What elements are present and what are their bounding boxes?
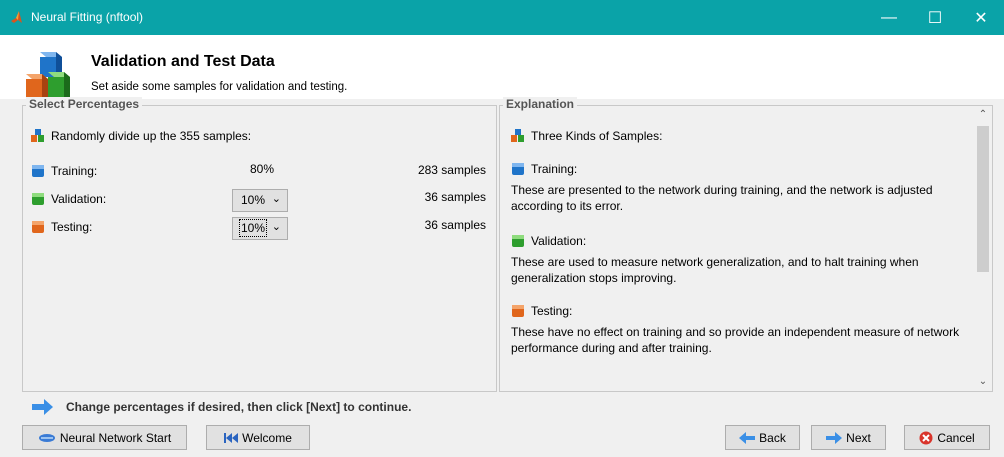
scroll-up-icon[interactable]: ⌃ [975,106,991,124]
orange-cube-icon [32,221,44,233]
validation-percent-value: 10% [241,193,266,207]
training-percent: 80% [250,162,275,176]
blue-cube-icon [32,165,44,177]
window-title: Neural Fitting (nftool) [31,10,144,24]
explanation-heading-row: Three Kinds of Samples: [511,129,662,143]
validation-label: Validation: [51,192,107,206]
intro-text: Randomly divide up the 355 samples: [51,129,252,143]
neural-network-start-button[interactable]: Neural Network Start [22,425,187,450]
explanation-label: Explanation [503,97,578,111]
explanation-heading: Three Kinds of Samples: [531,129,663,143]
explanation-panel: Explanation Three Kinds of Samples: Trai… [499,97,993,392]
green-cube-icon [512,235,524,247]
testing-description: These have no effect on training and so … [511,325,960,355]
blue-cube-icon [512,163,524,175]
testing-percent-value: 10% [238,219,268,237]
close-button[interactable]: ✕ [958,0,1004,35]
training-label: Training: [51,164,98,178]
network-icon [38,433,55,442]
chevron-down-icon: ⌄ [271,221,281,233]
cubes-logo-icon [26,52,70,99]
instruction-row: Change percentages if desired, then clic… [32,399,411,415]
maximize-icon: ☐ [927,9,943,27]
cancel-button[interactable]: Cancel [904,425,990,450]
training-row: Training: [31,164,97,178]
validation-heading-row: Validation: [511,234,586,248]
cancel-icon [919,431,933,444]
back-button[interactable]: Back [725,425,800,450]
next-button[interactable]: Next [811,425,886,450]
title-bar: Neural Fitting (nftool) — ☐ ✕ [0,0,1004,35]
page-header: Validation and Test Data Set aside some … [0,35,1004,99]
training-description: These are presented to the network durin… [511,183,933,213]
neural-network-start-label: Neural Network Start [59,430,172,445]
testing-heading: Testing: [531,304,573,318]
arrow-left-icon [739,431,756,444]
cubes-icon [511,129,524,142]
cancel-label: Cancel [937,430,975,445]
green-cube-icon [32,193,44,205]
maximize-button[interactable]: ☐ [912,0,958,35]
arrow-right-icon [826,431,843,444]
testing-row: Testing: [31,220,92,234]
instruction-text: Change percentages if desired, then clic… [66,400,412,414]
testing-heading-row: Testing: [511,304,572,318]
minimize-icon: — [881,8,897,26]
training-heading-row: Training: [511,162,577,176]
validation-description: These are used to measure network genera… [511,255,919,285]
validation-percent-select[interactable]: 10% ⌄ [232,189,288,212]
arrow-right-icon [32,399,53,415]
testing-label: Testing: [51,220,93,234]
page-subtitle: Set aside some samples for validation an… [91,81,348,93]
welcome-button[interactable]: Welcome [206,425,310,450]
welcome-label: Welcome [242,430,292,445]
skip-back-icon [224,432,239,443]
close-icon: ✕ [974,9,988,27]
minimize-button[interactable]: — [866,0,912,35]
orange-cube-icon [512,305,524,317]
validation-row: Validation: [31,192,106,206]
training-heading: Training: [531,162,578,176]
training-samples: 283 samples [417,163,486,177]
chevron-down-icon: ⌄ [271,193,281,205]
validation-samples: 36 samples [424,190,486,204]
testing-percent-select[interactable]: 10% ⌄ [232,217,288,240]
cubes-icon [31,129,44,142]
select-percentages-panel: Select Percentages Randomly divide up th… [22,97,497,392]
explanation-scrollbar[interactable]: ⌃ ⌄ [975,106,991,391]
validation-heading: Validation: [531,234,587,248]
scroll-down-icon[interactable]: ⌄ [975,373,991,391]
page-title: Validation and Test Data [91,53,275,70]
scroll-thumb[interactable] [977,126,989,272]
testing-samples: 36 samples [424,218,486,232]
next-label: Next [846,430,871,445]
intro-row: Randomly divide up the 355 samples: [31,129,251,143]
back-label: Back [759,430,786,445]
select-percentages-label: Select Percentages [26,97,143,111]
matlab-icon [11,11,22,23]
